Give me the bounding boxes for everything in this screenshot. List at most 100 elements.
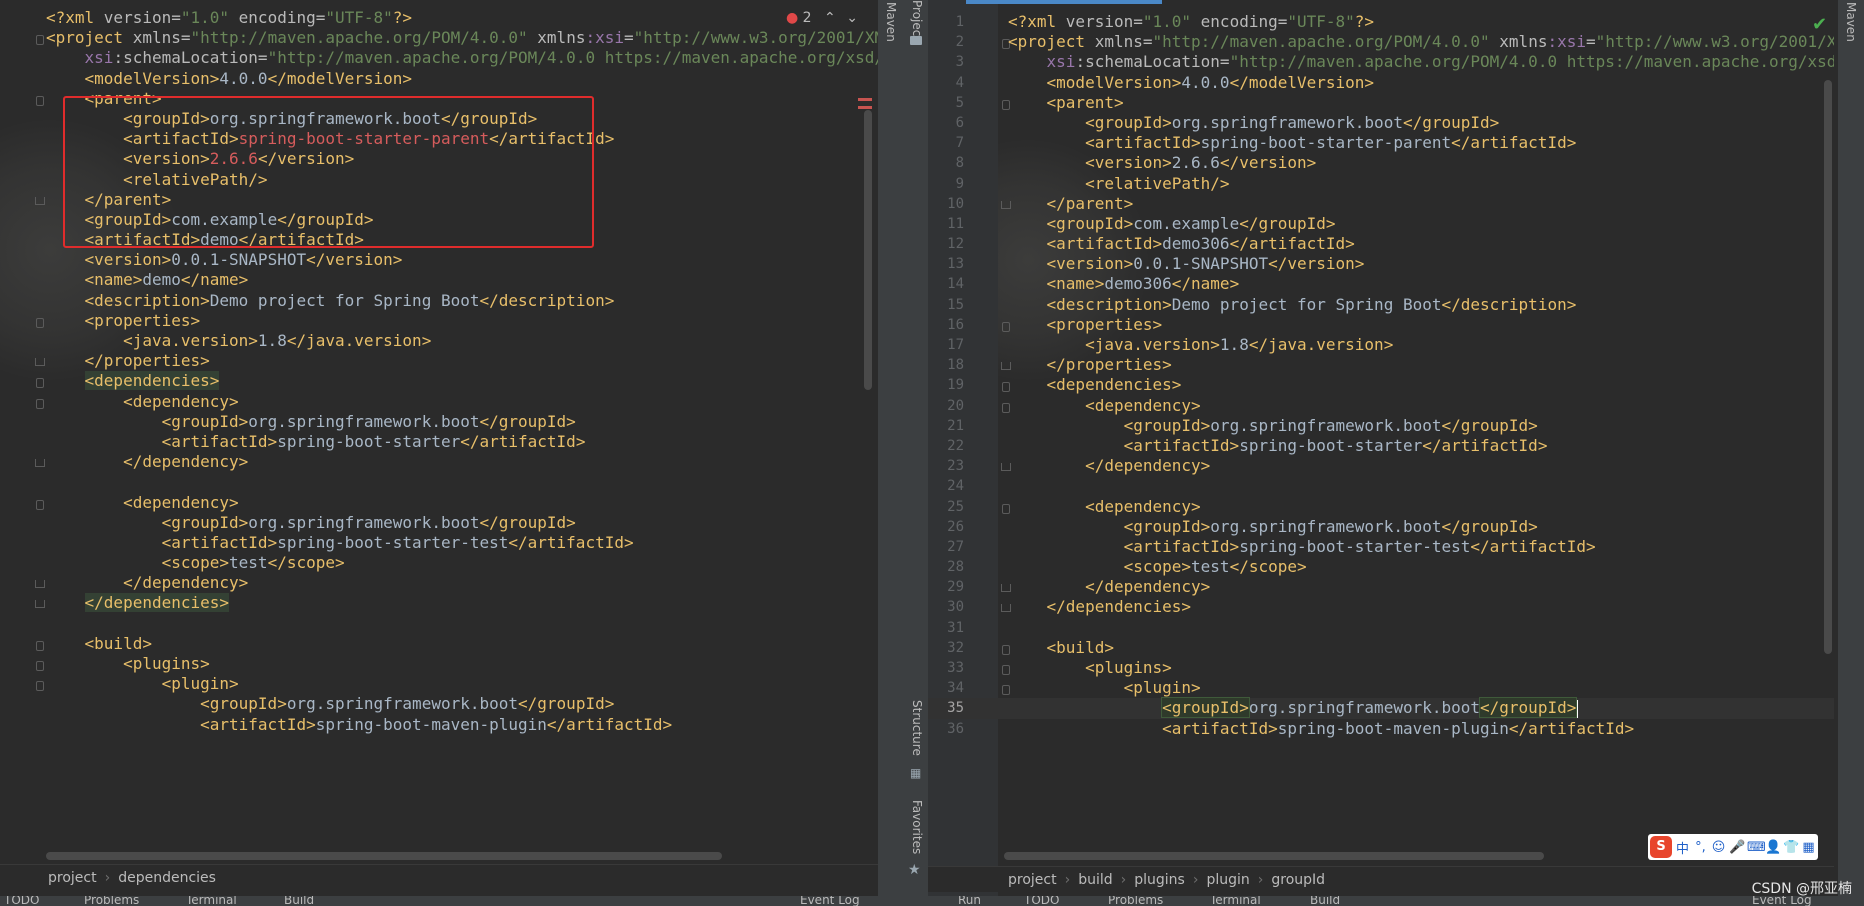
- code-line[interactable]: 26 <groupId>org.springframework.boot</gr…: [928, 517, 1834, 537]
- ime-toolbox-icon[interactable]: ▦: [1801, 840, 1816, 855]
- code-line[interactable]: 33 <plugins>: [928, 658, 1834, 678]
- left-horizontal-scrollbar[interactable]: [46, 852, 722, 860]
- code-line[interactable]: 14 <name>demo306</name>: [928, 274, 1834, 294]
- code-line[interactable]: <build>: [0, 634, 878, 654]
- error-stripe-mark[interactable]: [858, 106, 872, 109]
- project-tool-tab[interactable]: Project: [910, 0, 924, 41]
- left-breadcrumb[interactable]: project › dependencies: [0, 864, 878, 890]
- code-line[interactable]: <groupId>org.springframework.boot</group…: [0, 513, 878, 533]
- fold-marker[interactable]: [36, 398, 44, 409]
- favorites-tool-tab[interactable]: Favorites: [910, 800, 924, 854]
- chevron-down-icon[interactable]: ⌄: [846, 10, 858, 26]
- code-line[interactable]: 27 <artifactId>spring-boot-starter-test<…: [928, 537, 1834, 557]
- code-line[interactable]: 19 <dependencies>: [928, 375, 1834, 395]
- error-indicator[interactable]: ● 2 ⌃ ⌄: [786, 10, 858, 26]
- ime-chinese-mode-icon[interactable]: 中: [1675, 838, 1690, 857]
- breadcrumb-item[interactable]: project: [48, 870, 97, 886]
- code-line[interactable]: <artifactId>demo</artifactId>: [0, 230, 878, 250]
- terminal-tool-button[interactable]: Terminal: [1210, 896, 1261, 906]
- todo-tool-button[interactable]: TODO: [4, 896, 39, 906]
- right-editor-pane[interactable]: 1 <?xml version="1.0" encoding="UTF-8"?> 2…: [928, 0, 1834, 906]
- ime-punctuation-icon[interactable]: °,: [1693, 840, 1708, 855]
- code-line[interactable]: 11 <groupId>com.example</groupId>: [928, 214, 1834, 234]
- code-line[interactable]: 29 </dependency>: [928, 577, 1834, 597]
- code-line[interactable]: 31: [928, 618, 1834, 638]
- code-line[interactable]: 3 xsi:schemaLocation="http://maven.apach…: [928, 52, 1834, 72]
- fold-marker[interactable]: [35, 600, 45, 609]
- fold-marker[interactable]: [36, 640, 44, 651]
- code-line[interactable]: 5 <parent>: [928, 93, 1834, 113]
- code-line[interactable]: <artifactId>spring-boot-maven-plugin</ar…: [0, 715, 878, 735]
- code-line[interactable]: </dependencies>: [0, 593, 878, 613]
- code-line[interactable]: <groupId>org.springframework.boot</group…: [0, 694, 878, 714]
- code-line[interactable]: 6 <groupId>org.springframework.boot</gro…: [928, 113, 1834, 133]
- code-line[interactable]: <parent>: [0, 89, 878, 109]
- fold-marker[interactable]: [35, 459, 45, 468]
- code-line[interactable]: <version>0.0.1-SNAPSHOT</version>: [0, 250, 878, 270]
- breadcrumb-item[interactable]: build: [1078, 872, 1112, 888]
- ime-voice-icon[interactable]: 🎤: [1729, 840, 1745, 855]
- code-line[interactable]: 36 <artifactId>spring-boot-maven-plugin<…: [928, 719, 1834, 739]
- code-line[interactable]: 28 <scope>test</scope>: [928, 557, 1834, 577]
- code-line[interactable]: <groupId>org.springframework.boot</group…: [0, 109, 878, 129]
- fold-marker[interactable]: [36, 661, 44, 671]
- right-vertical-scrollbar[interactable]: [1824, 80, 1832, 654]
- error-stripe-mark[interactable]: [858, 98, 872, 101]
- ime-keyboard-icon[interactable]: ⌨: [1747, 840, 1766, 855]
- code-line[interactable]: <properties>: [0, 311, 878, 331]
- fold-marker[interactable]: [35, 358, 45, 367]
- code-line[interactable]: </dependency>: [0, 452, 878, 472]
- code-line[interactable]: 30 </dependencies>: [928, 597, 1834, 617]
- build-tool-button[interactable]: Build: [284, 896, 314, 906]
- code-line[interactable]: <version>2.6.6</version>: [0, 149, 878, 169]
- code-line[interactable]: <groupId>org.springframework.boot</group…: [0, 412, 878, 432]
- chevron-up-icon[interactable]: ⌃: [824, 10, 836, 26]
- todo-tool-button[interactable]: TODO: [1024, 896, 1059, 906]
- event-log-button[interactable]: Event Log: [800, 896, 860, 906]
- code-line[interactable]: 21 <groupId>org.springframework.boot</gr…: [928, 416, 1834, 436]
- code-line[interactable]: </parent>: [0, 190, 878, 210]
- code-line[interactable]: 22 <artifactId>spring-boot-starter</arti…: [928, 436, 1834, 456]
- code-line[interactable]: <artifactId>spring-boot-starter</artifac…: [0, 432, 878, 452]
- code-line[interactable]: <plugins>: [0, 654, 878, 674]
- breadcrumb-item[interactable]: project: [1008, 872, 1057, 888]
- breadcrumb-item[interactable]: plugin: [1206, 872, 1249, 888]
- code-line[interactable]: <artifactId>spring-boot-starter-test</ar…: [0, 533, 878, 553]
- build-tool-button[interactable]: Build: [1310, 896, 1340, 906]
- fold-marker[interactable]: [36, 499, 44, 510]
- fold-marker[interactable]: [35, 196, 45, 205]
- code-line[interactable]: <dependency>: [0, 493, 878, 513]
- code-line[interactable]: 10 </parent>: [928, 194, 1834, 214]
- code-line[interactable]: 9 <relativePath/>: [928, 174, 1834, 194]
- code-line[interactable]: <artifactId>spring-boot-starter-parent</…: [0, 129, 878, 149]
- ime-toolbar[interactable]: S 中 °, ☺ 🎤 ⌨ 👤 👕 ▦: [1648, 834, 1818, 860]
- code-line[interactable]: 25 <dependency>: [928, 497, 1834, 517]
- code-line[interactable]: 20 <dependency>: [928, 396, 1834, 416]
- fold-marker[interactable]: [36, 35, 44, 46]
- code-line[interactable]: <dependency>: [0, 392, 878, 412]
- code-line[interactable]: <plugin>: [0, 674, 878, 694]
- ime-user-icon[interactable]: 👤: [1765, 840, 1781, 855]
- code-line[interactable]: 7 <artifactId>spring-boot-starter-parent…: [928, 133, 1834, 153]
- code-line[interactable]: [0, 472, 878, 492]
- code-line[interactable]: 8 <version>2.6.6</version>: [928, 153, 1834, 173]
- code-line[interactable]: 23 </dependency>: [928, 456, 1834, 476]
- structure-tool-tab[interactable]: Structure: [910, 700, 924, 756]
- left-code-area[interactable]: <?xml version="1.0" encoding="UTF-8"?> <p…: [0, 8, 878, 735]
- code-line[interactable]: 35 <groupId>org.springframework.boot</gr…: [928, 697, 1834, 719]
- code-line[interactable]: 4 <modelVersion>4.0.0</modelVersion>: [928, 73, 1834, 93]
- terminal-tool-button[interactable]: Terminal: [186, 896, 237, 906]
- code-line[interactable]: </properties>: [0, 351, 878, 371]
- code-line[interactable]: 32 <build>: [928, 638, 1834, 658]
- code-line[interactable]: 34 <plugin>: [928, 678, 1834, 698]
- code-line[interactable]: 2 <project xmlns="http://maven.apache.org…: [928, 32, 1834, 52]
- left-vertical-scrollbar[interactable]: [864, 110, 872, 390]
- code-line[interactable]: <modelVersion>4.0.0</modelVersion>: [0, 69, 878, 89]
- fold-marker[interactable]: [36, 378, 44, 389]
- ime-skin-icon[interactable]: 👕: [1783, 840, 1799, 855]
- code-line[interactable]: 1 <?xml version="1.0" encoding="UTF-8"?>: [928, 12, 1834, 32]
- inspection-ok-icon[interactable]: ✔: [1812, 14, 1827, 35]
- problems-tool-button[interactable]: Problems: [1108, 896, 1163, 906]
- right-code-area[interactable]: 1 <?xml version="1.0" encoding="UTF-8"?> 2…: [928, 12, 1834, 739]
- fold-marker[interactable]: [36, 681, 44, 692]
